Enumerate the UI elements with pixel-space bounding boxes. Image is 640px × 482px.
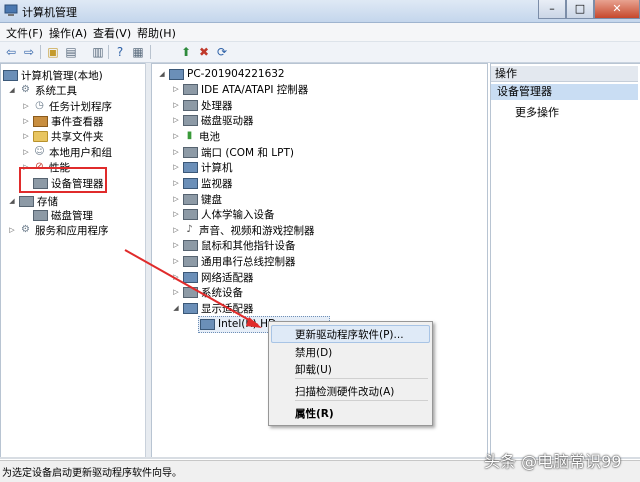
menu-uninstall[interactable]: 卸载(U) <box>295 362 332 377</box>
context-menu: 更新驱动程序软件(P)... 禁用(D) 卸载(U) 扫描检测硬件改动(A) 属… <box>268 321 433 426</box>
menu-separator <box>295 378 428 379</box>
menu-separator <box>295 400 428 401</box>
menu-scan-hardware[interactable]: 扫描检测硬件改动(A) <box>295 384 394 399</box>
menu-properties[interactable]: 属性(R) <box>295 406 334 421</box>
arrow-line <box>124 249 259 326</box>
watermark: 头条 @电脑常识99 <box>484 452 622 471</box>
menu-update-driver[interactable]: 更新驱动程序软件(P)... <box>295 327 404 342</box>
status-text: 为选定设备启动更新驱动程序软件向导。 <box>2 468 182 479</box>
menu-disable[interactable]: 禁用(D) <box>295 345 332 360</box>
